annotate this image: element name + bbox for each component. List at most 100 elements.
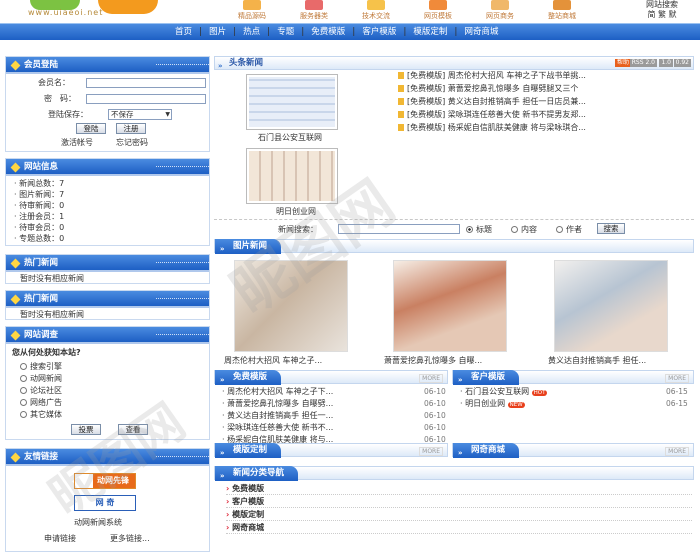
survey-question: 您从何处获知本站?	[12, 348, 81, 357]
photo-caption-2[interactable]: 萧蔷爱挖鼻孔惊曝多 自曝...	[384, 355, 482, 366]
rss-092-badge[interactable]: 0.92	[673, 59, 691, 67]
headline-caption-2[interactable]: 明日创业网	[276, 206, 316, 217]
item-date: 06-10	[424, 387, 446, 396]
client-templates-header: » 客户模版 MORE	[452, 370, 694, 385]
headline-thumb-2[interactable]	[246, 148, 338, 204]
login-title: 会员登陆	[6, 57, 209, 74]
info-item: · 待审会员：0	[14, 223, 65, 232]
simplified-link[interactable]: 简	[647, 10, 655, 19]
link-logo-wangqi[interactable]: 网 奇	[74, 495, 136, 511]
photo-caption-1[interactable]: 周杰伦村大招风 车神之子...	[224, 355, 322, 366]
top-icon-template[interactable]: 网页模板	[408, 0, 468, 21]
top-icon-source[interactable]: 精品源码	[222, 0, 282, 21]
search-opt-content[interactable]: 内容	[511, 224, 537, 235]
survey-option[interactable]: 搜索引擎	[20, 361, 62, 372]
username-input[interactable]	[86, 78, 206, 88]
hot-badge: HOT	[531, 390, 548, 396]
rss-badge[interactable]: RSS 2.0	[629, 59, 657, 67]
free-template-item[interactable]: · 周杰伦村大招风 车神之子下...	[222, 386, 333, 397]
headline-caption-1[interactable]: 石门县公安互联网	[258, 132, 322, 143]
category-item[interactable]: › 免费模版	[226, 483, 692, 495]
nav-hot[interactable]: 热点	[236, 24, 267, 40]
survey-box: 网站调查 您从何处获知本站? 搜索引擎 动网新闻 论坛社区 网络广告 其它媒体 …	[5, 326, 210, 440]
doc-icon	[398, 85, 404, 92]
client-templates-more[interactable]: MORE	[665, 374, 689, 383]
save-select[interactable]: 不保存 ▼	[108, 109, 172, 120]
free-templates-more[interactable]: MORE	[419, 374, 443, 383]
traditional-link[interactable]: 繁	[658, 10, 666, 19]
photo-news-2[interactable]	[393, 260, 507, 352]
password-label: 密 码：	[44, 94, 76, 103]
free-template-item[interactable]: · 萧蔷爱挖鼻孔惊曝多 自曝劈...	[222, 398, 333, 409]
headline-item[interactable]: [免费模版] 梁咏琪连任慈善大使 新书不提男友郑...	[398, 109, 586, 120]
more-links[interactable]: 更多链接...	[110, 533, 150, 544]
apply-link[interactable]: 申请链接	[44, 533, 76, 544]
logo-url: www.uiaeoi.net	[28, 8, 104, 17]
diamond-icon	[10, 162, 21, 173]
default-link[interactable]: 默	[669, 10, 677, 19]
top-icon-business[interactable]: 网页商务	[470, 0, 530, 21]
survey-option[interactable]: 动网新闻	[20, 373, 62, 384]
password-input[interactable]	[86, 94, 206, 104]
headline-item[interactable]: [免费模版] 杨采妮自信肌肤美健康 将与梁咏琪合...	[398, 122, 586, 133]
survey-option[interactable]: 论坛社区	[20, 385, 62, 396]
help-badge[interactable]: 帮助	[614, 59, 631, 67]
category-item[interactable]: › 客户模版	[226, 496, 692, 508]
login-button[interactable]: 登陆	[76, 123, 106, 134]
nav-client-templates[interactable]: 客户模版	[355, 24, 403, 40]
item-date: 06-15	[666, 387, 688, 396]
search-opt-author[interactable]: 作者	[556, 224, 582, 235]
site-search-link[interactable]: 网站搜索	[630, 0, 694, 10]
activate-link[interactable]: 激活帐号	[61, 137, 93, 148]
register-button[interactable]: 注册	[116, 123, 146, 134]
link-site[interactable]: 动网新闻系统	[74, 517, 122, 528]
vote-button[interactable]: 投票	[71, 424, 101, 435]
photo-caption-3[interactable]: 黄义达自封推销高手 担任...	[548, 355, 646, 366]
photo-news-3[interactable]	[554, 260, 668, 352]
survey-option[interactable]: 网络广告	[20, 397, 62, 408]
top-icon-server[interactable]: 服务器类	[284, 0, 344, 21]
headline-item[interactable]: [免费模版] 萧蔷爱挖鼻孔惊曝多 自曝劈腿又三个	[398, 83, 578, 94]
doc-icon	[398, 98, 404, 105]
top-icon-tech[interactable]: 技术交流	[346, 0, 406, 21]
nav-custom-templates[interactable]: 模版定制	[406, 24, 454, 40]
radio-icon	[20, 363, 27, 370]
categories-header: » 新闻分类导航	[214, 466, 694, 481]
nav-pictures[interactable]: 图片	[202, 24, 233, 40]
nav-topics[interactable]: 专题	[270, 24, 301, 40]
custom-templates-more[interactable]: MORE	[419, 447, 443, 456]
main-nav: 首页 | 图片 | 热点 | 专题 | 免费模版 | 客户模版 | 模版定制 | 网奇商城	[0, 23, 700, 40]
top-icon-shop[interactable]: 整站商城	[532, 0, 592, 21]
categories-title: » 新闻分类导航	[215, 466, 299, 481]
radio-icon	[511, 226, 518, 233]
custom-templates-title: » 模版定制	[215, 443, 282, 458]
radio-icon	[20, 387, 27, 394]
link-logo-dongwang[interactable]: 动网先锋	[74, 473, 136, 489]
shop-more[interactable]: MORE	[665, 447, 689, 456]
free-template-item[interactable]: · 梁咏琪连任慈善大使 新书不...	[222, 422, 333, 433]
radio-icon	[466, 226, 473, 233]
headline-header: » 头条新闻 帮助 RSS 2.0 1.0 0.92	[214, 56, 694, 70]
headline-thumb-1[interactable]	[246, 74, 338, 130]
photo-news-1[interactable]	[234, 260, 348, 352]
item-date: 06-10	[424, 423, 446, 432]
search-input[interactable]	[338, 224, 460, 234]
free-template-item[interactable]: · 黄义达自封推销高手 担任一...	[222, 410, 333, 421]
rss-1-badge[interactable]: 1.0	[659, 59, 673, 67]
forgot-link[interactable]: 忘记密码	[116, 137, 148, 148]
nav-home[interactable]: 首页	[168, 24, 199, 40]
headline-item[interactable]: [免费模版] 黄义达自封推销高手 担任一日店员兼...	[398, 96, 586, 107]
hot-news-empty: 暂时没有相应新闻	[20, 310, 84, 319]
search-button[interactable]: 搜索	[597, 223, 625, 234]
category-item[interactable]: › 网奇商城	[226, 522, 692, 534]
client-template-item[interactable]: · 明日创业网 NEW	[460, 398, 525, 411]
headline-item[interactable]: [免费模版] 周杰伦村大招风 车神之子下战书单挑...	[398, 70, 586, 81]
category-item[interactable]: › 模版定制	[226, 509, 692, 521]
nav-free-templates[interactable]: 免费模版	[304, 24, 352, 40]
search-opt-title[interactable]: 标题	[466, 224, 492, 235]
nav-shop[interactable]: 网奇商城	[457, 24, 505, 40]
chevron-right-icon: »	[220, 245, 225, 253]
survey-option[interactable]: 其它媒体	[20, 409, 62, 420]
view-results-button[interactable]: 查看	[118, 424, 148, 435]
photo-news-title: » 图片新闻	[215, 239, 282, 254]
